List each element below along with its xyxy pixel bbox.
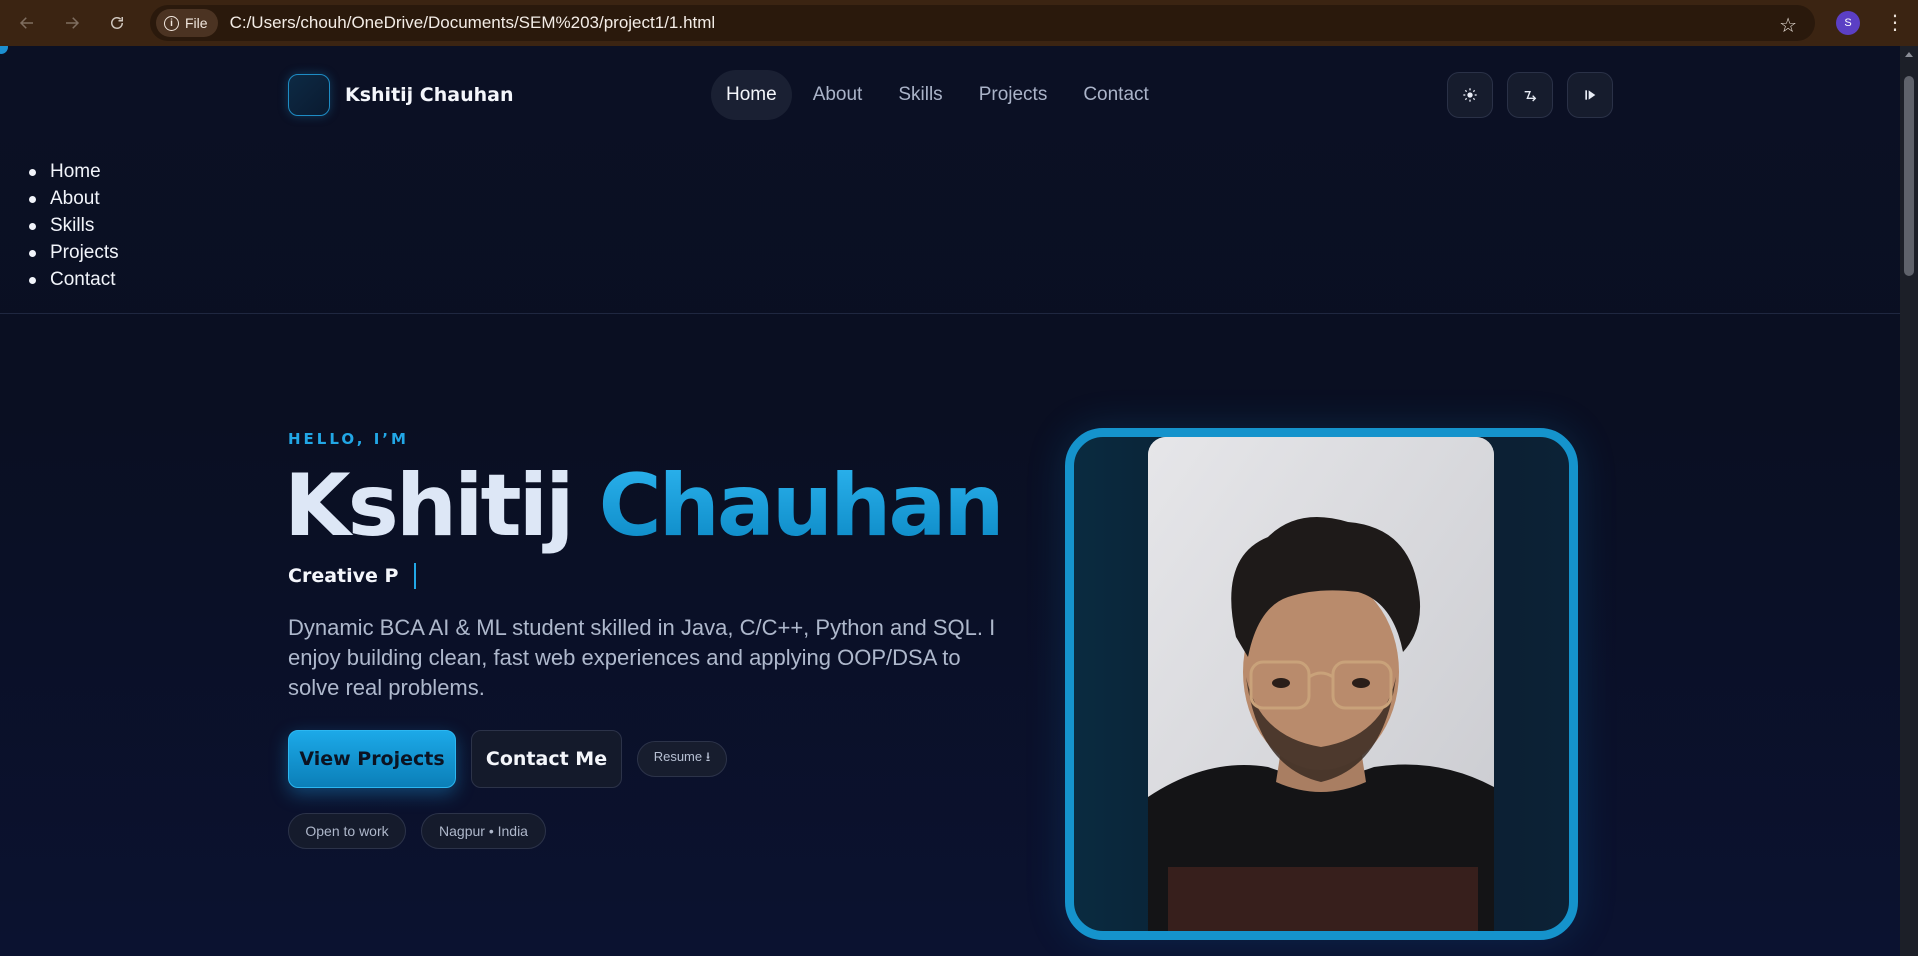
typing-caret: [414, 563, 417, 589]
sun-icon: [1463, 88, 1477, 102]
profile-photo: [1148, 437, 1494, 931]
browser-toolbar: i File C:/Users/chouh/OneDrive/Documents…: [0, 0, 1918, 46]
play-icon: [1585, 90, 1596, 100]
list-item[interactable]: Home: [25, 158, 119, 185]
hero-last-name: Chauhan: [598, 456, 1005, 556]
site-info-chip[interactable]: i File: [156, 9, 218, 37]
hero-greeting: HELLO, I’M: [288, 430, 409, 448]
reload-icon[interactable]: [100, 6, 134, 40]
menu-kebab-icon[interactable]: ⋮: [1885, 12, 1905, 32]
list-item[interactable]: Contact: [25, 266, 119, 293]
contact-me-button[interactable]: Contact Me: [471, 730, 622, 788]
list-item[interactable]: Projects: [25, 239, 119, 266]
site-header: Kshitij Chauhan Home About Skills Projec…: [0, 46, 1900, 132]
scrollbar-thumb[interactable]: [1904, 76, 1914, 276]
fallback-nav-list: Home About Skills Projects Contact: [25, 158, 119, 293]
shuffle-icon: [1524, 91, 1537, 102]
scroll-up-arrow-icon[interactable]: [1905, 52, 1913, 57]
profile-photo-frame: [1065, 428, 1578, 940]
header-divider: [0, 313, 1900, 314]
resume-download-button[interactable]: Resume ⭳: [637, 741, 727, 777]
profile-avatar[interactable]: S: [1836, 11, 1860, 35]
location-badge: Nagpur • India: [421, 813, 546, 849]
theme-toggle-button[interactable]: [1447, 72, 1493, 118]
page-scrollbar[interactable]: [1900, 46, 1918, 956]
shuffle-button[interactable]: [1507, 72, 1553, 118]
nav-about[interactable]: About: [798, 70, 878, 120]
nav-skills[interactable]: Skills: [883, 70, 957, 120]
logo-icon[interactable]: [288, 74, 330, 116]
back-icon[interactable]: [10, 6, 44, 40]
hero-first-name: Kshitij: [284, 456, 575, 556]
hero-name: Kshitij Chauhan: [284, 456, 1005, 556]
brand-name[interactable]: Kshitij Chauhan: [345, 84, 514, 106]
file-chip-label: File: [185, 15, 208, 31]
address-bar[interactable]: i File C:/Users/chouh/OneDrive/Documents…: [150, 5, 1815, 41]
list-item[interactable]: Skills: [25, 212, 119, 239]
info-icon: i: [164, 15, 179, 31]
bookmark-star-icon[interactable]: ☆: [1779, 13, 1797, 37]
top-nav: Home About Skills Projects Contact: [711, 70, 1164, 120]
nav-projects[interactable]: Projects: [964, 70, 1063, 120]
view-projects-button[interactable]: View Projects: [288, 730, 456, 788]
open-to-work-badge: Open to work: [288, 813, 406, 849]
typed-role-text: Creative P: [288, 565, 399, 587]
nav-home[interactable]: Home: [711, 70, 792, 120]
url-text[interactable]: C:/Users/chouh/OneDrive/Documents/SEM%20…: [230, 13, 716, 33]
typed-role: Creative P: [288, 563, 417, 589]
hero-description: Dynamic BCA AI & ML student skilled in J…: [288, 615, 996, 700]
nav-contact[interactable]: Contact: [1068, 70, 1163, 120]
forward-icon[interactable]: [55, 6, 89, 40]
list-item[interactable]: About: [25, 185, 119, 212]
play-button[interactable]: [1567, 72, 1613, 118]
portrait-illustration: [1148, 437, 1494, 931]
